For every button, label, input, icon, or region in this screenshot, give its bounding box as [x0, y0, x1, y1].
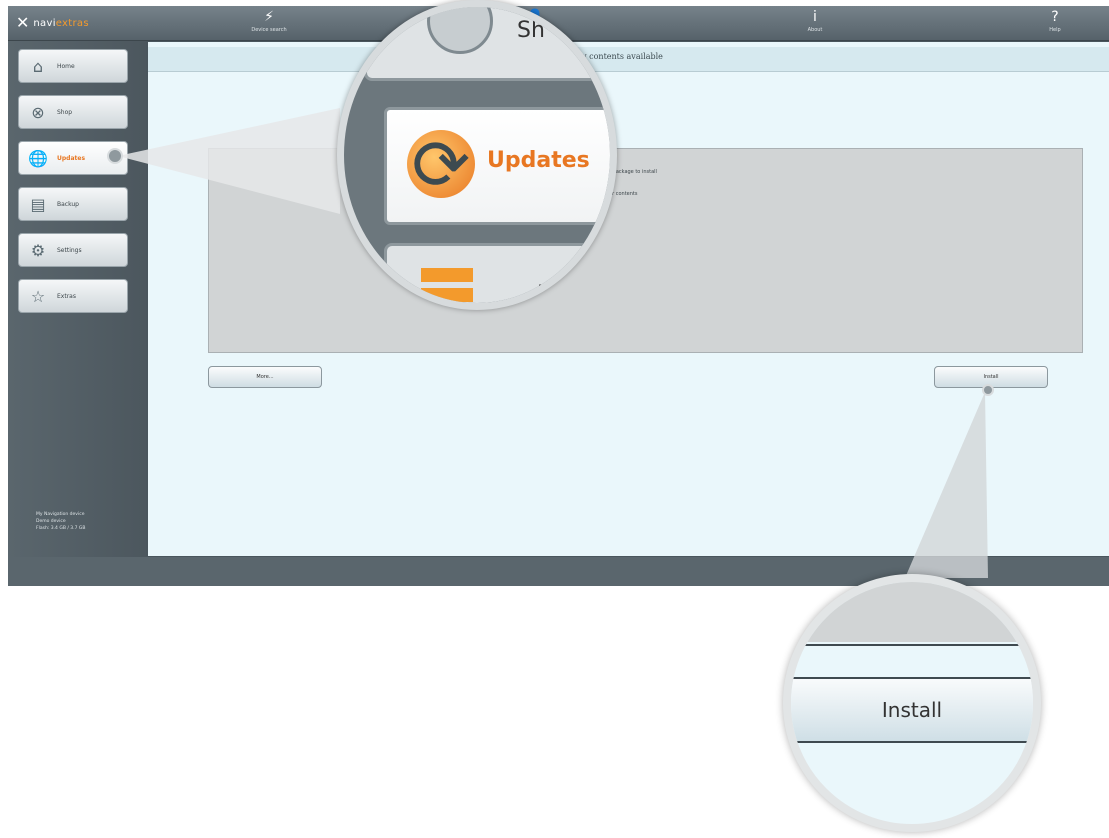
zoom-beam-install: [905, 392, 988, 578]
lens-shop-text: Sh: [517, 18, 545, 43]
backup-icon: [421, 288, 473, 302]
zoom-anchor-install: [982, 384, 994, 396]
backup-icon: [421, 268, 473, 282]
lens-backup-card: Ba: [384, 243, 610, 303]
shop-icon: [427, 7, 493, 54]
lens-divider: [791, 644, 1033, 646]
lens-updates-card: ⟳ Updates: [384, 107, 610, 225]
zoom-anchor-updates: [107, 148, 123, 164]
lens-shop-card: Sh: [364, 7, 604, 81]
lens-panel-edge: [791, 582, 1033, 642]
zoom-beam-updates: [118, 108, 340, 214]
refresh-arrows-icon: ⟳: [411, 124, 471, 206]
lens-updates-label: Updates: [487, 148, 590, 173]
magnifier-updates: Sh ⟳ Updates Ba: [337, 0, 617, 310]
magnifier-install: Install: [783, 574, 1041, 832]
lens-install-button: Install: [791, 677, 1033, 743]
